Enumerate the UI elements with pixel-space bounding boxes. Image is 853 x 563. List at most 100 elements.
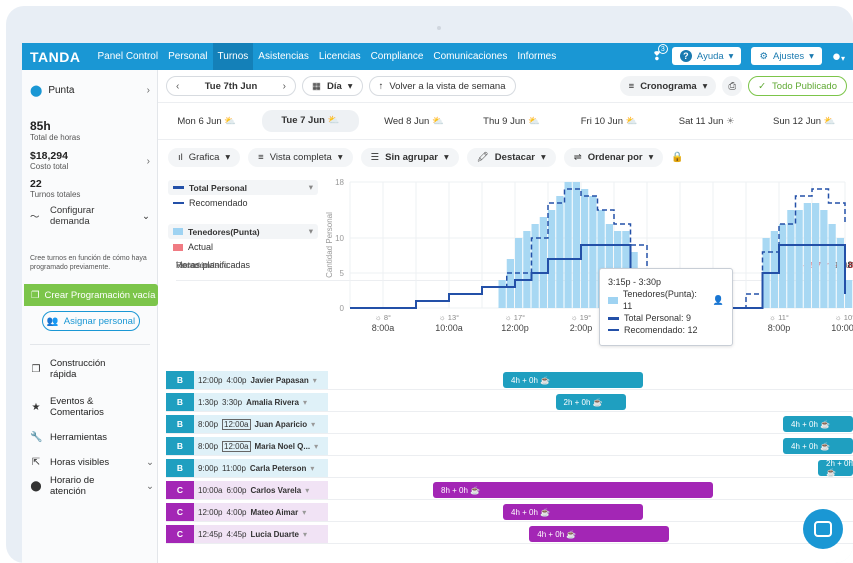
shift-start[interactable]: 12:00p xyxy=(198,376,222,385)
chevron-down-icon[interactable]: ▾ xyxy=(313,376,317,385)
sidebar-item-opening-hours[interactable]: ⬤ Horario de atención ⌄ xyxy=(30,475,154,497)
user-avatar-icon[interactable]: ●▾ xyxy=(832,48,845,65)
day-tab-3[interactable]: Thu 9 Jun ⛅ xyxy=(463,116,561,127)
shift-bar[interactable]: 2h + 0h ☕ xyxy=(818,459,853,477)
settings-button[interactable]: ⚙ Ajustes ▾ xyxy=(751,47,822,65)
print-button[interactable]: ⎙ xyxy=(722,76,743,96)
shift-row-label[interactable]: C 12:45p 4:45p Lucia Duarte ▾ xyxy=(166,525,328,543)
staffing-chart[interactable]: 051018Cantidad Personal☼ 8°8:00a☼ 13°10:… xyxy=(320,174,853,344)
shift-bar[interactable]: 4h + 0h ☕ xyxy=(529,526,670,542)
day-tab-5[interactable]: Sat 11 Jun ☀ xyxy=(658,116,756,127)
chevron-down-icon: ▾ xyxy=(809,50,814,62)
day-tab-0[interactable]: Mon 6 Jun ⛅ xyxy=(158,116,256,127)
shift-row-label[interactable]: B 8:00p 12:00a Juan Aparicio ▾ xyxy=(166,415,328,433)
filter-destacar[interactable]: 🖍 Destacar ▾ xyxy=(466,147,556,167)
filter-grafica[interactable]: ıl Grafica ▾ xyxy=(168,147,241,167)
employee-name[interactable]: Carlos Varela xyxy=(251,486,302,495)
day-tab-1[interactable]: Tue 7 Jun ⛅ xyxy=(261,110,360,132)
table-row: C 12:45p 4:45p Lucia Duarte ▾ 4h + 0h ☕ xyxy=(166,524,853,544)
shift-end[interactable]: 4:00p xyxy=(226,508,246,517)
chevron-down-icon[interactable]: ▾ xyxy=(303,398,307,407)
cronograma-selector[interactable]: ≡ Cronograma ▾ xyxy=(619,76,717,96)
shift-end[interactable]: 4:00p xyxy=(226,376,246,385)
filter-vista[interactable]: ≡ Vista completa ▾ xyxy=(248,147,353,167)
sidebar-item-visible-hours[interactable]: ⇱ Horas visibles ⌄ xyxy=(30,457,154,468)
shift-start[interactable]: 8:00p xyxy=(198,420,218,429)
nav-asistencias[interactable]: Asistencias xyxy=(253,43,314,70)
configure-demand[interactable]: 〜 Configurar demanda ⌄ xyxy=(30,205,150,227)
shift-start[interactable]: 9:00p xyxy=(198,464,218,473)
shift-end[interactable]: 12:00a xyxy=(222,418,251,430)
chevron-down-icon[interactable]: ▾ xyxy=(303,530,307,539)
shift-end[interactable]: 11:00p xyxy=(222,464,246,473)
chat-button[interactable] xyxy=(803,509,843,549)
day-tab-4[interactable]: Fri 10 Jun ⛅ xyxy=(560,116,658,127)
prev-day-icon[interactable]: ‹ xyxy=(176,81,179,92)
lock-icon[interactable]: 🔒 xyxy=(671,152,683,163)
shift-end[interactable]: 12:00a xyxy=(222,440,251,452)
shift-bar[interactable]: 4h + 0h ☕ xyxy=(503,372,643,388)
shift-row-label[interactable]: B 1:30p 3:30p Amalia Rivera ▾ xyxy=(166,393,328,411)
shift-bar[interactable]: 4h + 0h ☕ xyxy=(503,504,643,520)
employee-name[interactable]: Javier Papasan xyxy=(251,376,309,385)
next-day-icon[interactable]: › xyxy=(283,81,286,92)
help-button[interactable]: ? Ayuda ▾ xyxy=(671,47,742,65)
nav-informes[interactable]: Informes xyxy=(512,43,561,70)
chevron-down-icon[interactable]: ▾ xyxy=(314,442,318,451)
shift-bar[interactable]: 2h + 0h ☕ xyxy=(555,394,626,410)
employee-name[interactable]: Amalia Rivera xyxy=(246,398,299,407)
legend-tenedores[interactable]: Tenedores(Punta) ▾ xyxy=(168,224,318,239)
nav-licencias[interactable]: Licencias xyxy=(314,43,366,70)
date-navigator[interactable]: ‹ Tue 7th Jun › xyxy=(166,76,296,96)
shift-start[interactable]: 12:45p xyxy=(198,530,222,539)
shift-start[interactable]: 12:00p xyxy=(198,508,222,517)
assign-staff-button[interactable]: 👥 Asignar personal xyxy=(42,311,140,331)
bar-tenedores xyxy=(828,224,836,308)
shift-start[interactable]: 10:00a xyxy=(198,486,222,495)
shift-start[interactable]: 1:30p xyxy=(198,398,218,407)
day-tab-2[interactable]: Wed 8 Jun ⛅ xyxy=(365,116,463,127)
nav-personal[interactable]: Personal xyxy=(163,43,212,70)
chevron-down-icon[interactable]: ▾ xyxy=(311,420,315,429)
shift-row-label[interactable]: C 10:00a 6:00p Carlos Varela ▾ xyxy=(166,481,328,499)
create-empty-schedule-button[interactable]: ❐ Crear Programación vacía xyxy=(24,284,158,306)
shift-bar[interactable]: 4h + 0h ☕ xyxy=(783,416,853,432)
shift-end[interactable]: 3:30p xyxy=(222,398,242,407)
location-selector[interactable]: ⬤ Punta › xyxy=(30,84,150,97)
sidebar-item-events[interactable]: ★ Eventos & Comentarios xyxy=(30,396,154,418)
total-cost-stat[interactable]: $18,294 Costo total › xyxy=(30,150,150,171)
employee-name[interactable]: Carla Peterson xyxy=(250,464,306,473)
shift-row-label[interactable]: C 12:00p 4:00p Mateo Aimar ▾ xyxy=(166,503,328,521)
notifications-icon[interactable]: ❢ 3 xyxy=(652,44,668,63)
legend-total-staff[interactable]: Total Personal ▾ xyxy=(168,180,318,195)
shift-row-label[interactable]: B 12:00p 4:00p Javier Papasan ▾ xyxy=(166,371,328,389)
sidebar-item-quick-build[interactable]: ❐ Construcción rápida xyxy=(30,358,154,380)
chevron-down-icon[interactable]: ▾ xyxy=(305,486,309,495)
nav-comunicaciones[interactable]: Comunicaciones xyxy=(428,43,512,70)
employee-name[interactable]: Juan Aparicio xyxy=(255,420,308,429)
shift-bar[interactable]: 4h + 0h ☕ xyxy=(783,438,853,454)
shift-start[interactable]: 8:00p xyxy=(198,442,218,451)
tooltip-line-swatch xyxy=(608,316,619,320)
shift-row-label[interactable]: B 8:00p 12:00a Maria Noel Q... ▾ xyxy=(166,437,328,455)
app-logo[interactable]: TANDA xyxy=(22,49,92,65)
day-tab-6[interactable]: Sun 12 Jun ⛅ xyxy=(755,116,853,127)
employee-name[interactable]: Mateo Aimar xyxy=(251,508,299,517)
employee-name[interactable]: Lucia Duarte xyxy=(251,530,299,539)
employee-name[interactable]: Maria Noel Q... xyxy=(255,442,311,451)
back-to-week-button[interactable]: ↑ Volver a la vista de semana xyxy=(368,76,516,96)
chevron-down-icon[interactable]: ▾ xyxy=(310,464,314,473)
shift-end[interactable]: 4:45p xyxy=(226,530,246,539)
filter-agrupar[interactable]: ☰ Sin agrupar ▾ xyxy=(360,147,459,167)
nav-compliance[interactable]: Compliance xyxy=(366,43,429,70)
chevron-down-icon[interactable]: ▾ xyxy=(302,508,306,517)
nav-panel-control[interactable]: Panel Control xyxy=(92,43,163,70)
published-button[interactable]: ✓ Todo Publicado xyxy=(748,76,847,96)
shift-end[interactable]: 6:00p xyxy=(226,486,246,495)
shift-bar[interactable]: 8h + 0h ☕ xyxy=(433,482,713,498)
nav-turnos[interactable]: Turnos xyxy=(212,43,254,70)
sidebar-item-tools[interactable]: 🔧 Herramientas xyxy=(30,432,154,443)
filter-ordenar[interactable]: ⇌ Ordenar por ▾ xyxy=(563,147,664,167)
shift-row-label[interactable]: B 9:00p 11:00p Carla Peterson ▾ xyxy=(166,459,328,477)
view-selector[interactable]: ▦ Día ▾ xyxy=(302,76,363,96)
